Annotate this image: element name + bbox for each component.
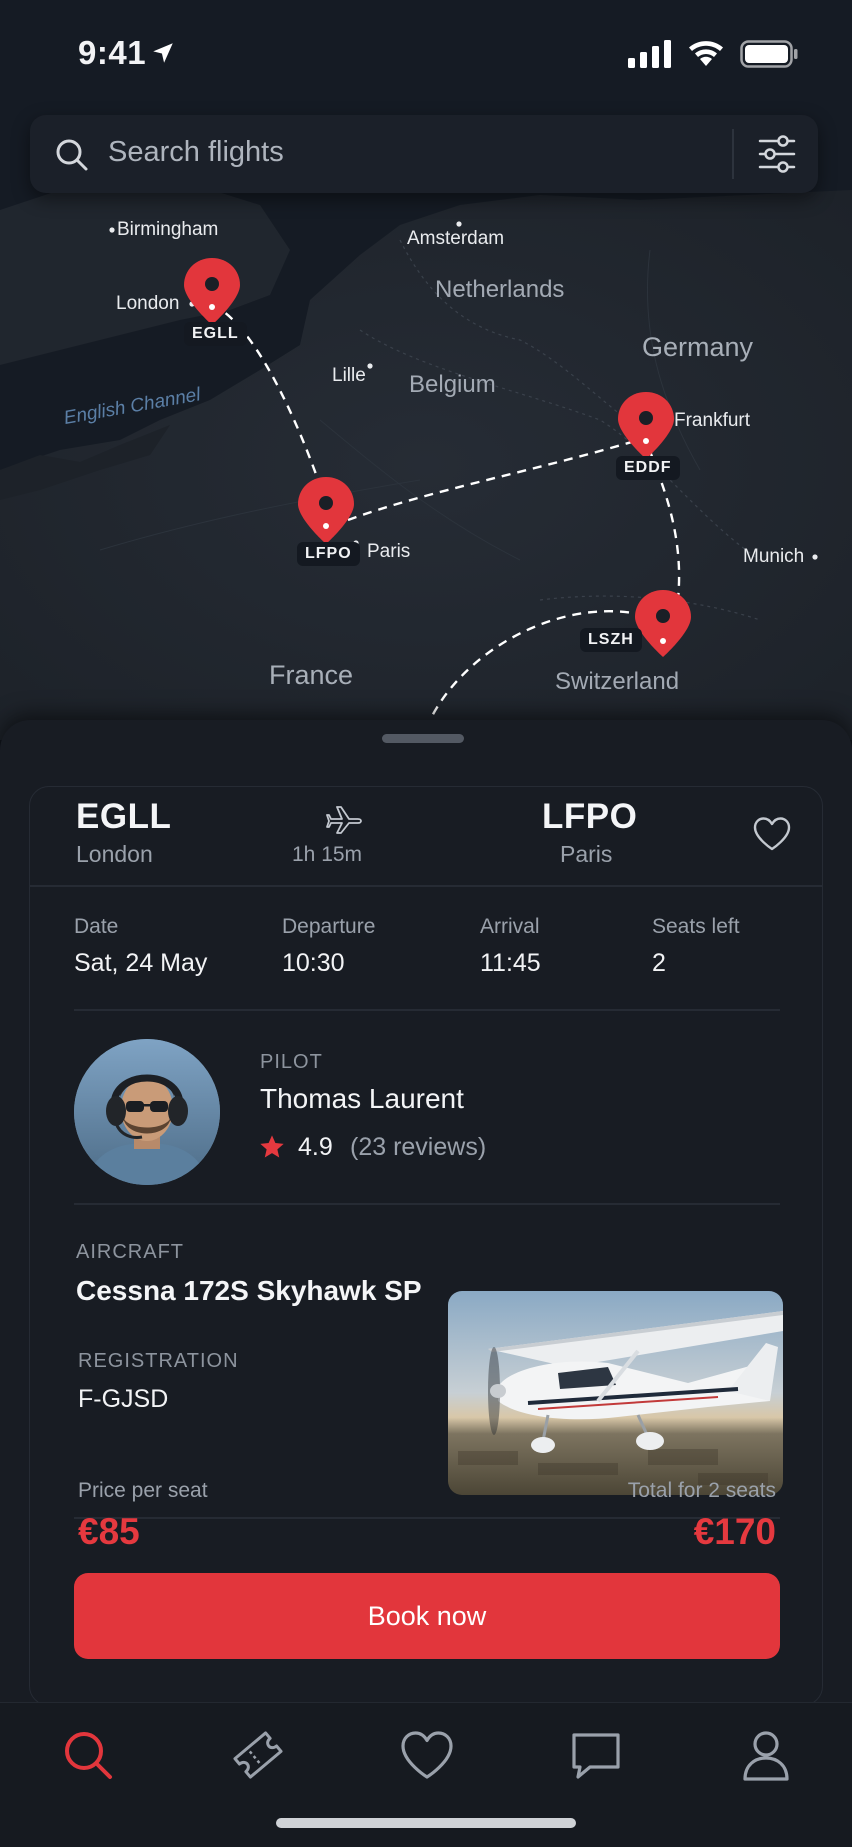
- flight-duration: 1h 15m: [292, 843, 363, 866]
- wifi-icon: [689, 41, 723, 66]
- divider: [74, 1009, 780, 1011]
- map-country-switzerland: Switzerland: [555, 668, 680, 695]
- departure-value: 10:30: [282, 949, 345, 977]
- route-divider: [30, 885, 822, 887]
- status-time: 9:41: [78, 34, 147, 71]
- registration-value: F-GJSD: [78, 1385, 169, 1413]
- search-bar[interactable]: Search flights: [30, 115, 818, 193]
- map-country-germany: Germany: [642, 332, 754, 362]
- map-city-paris: Paris: [367, 541, 411, 562]
- map-city-lille: Lille: [332, 365, 366, 386]
- tab-favorites-icon[interactable]: [397, 1725, 457, 1785]
- home-indicator: [276, 1818, 576, 1828]
- total-price-label: Total for 2 seats: [627, 1479, 776, 1502]
- search-icon: [56, 139, 88, 171]
- book-now-button[interactable]: Book now: [74, 1573, 780, 1659]
- flight-card: EGLL London 1h 15m LFPO Paris Date Sat, …: [29, 786, 823, 1706]
- origin-code: EGLL: [76, 797, 172, 836]
- map-city-birmingham: Birmingham: [117, 219, 219, 240]
- pilot-rating: 4.9: [298, 1133, 333, 1161]
- map-country-netherlands: Netherlands: [435, 276, 565, 303]
- aircraft-model: Cessna 172S Skyhawk SP: [76, 1275, 422, 1306]
- sheet-drag-handle[interactable]: [382, 734, 464, 743]
- cellular-signal-icon: [628, 40, 671, 68]
- date-label: Date: [74, 915, 119, 938]
- star-icon: [260, 1135, 284, 1158]
- route-map[interactable]: [0, 0, 852, 740]
- filter-sliders-icon[interactable]: [756, 133, 798, 175]
- tab-profile-icon[interactable]: [736, 1725, 796, 1785]
- pilot-section-label: PILOT: [260, 1051, 323, 1073]
- price-per-seat-label: Price per seat: [78, 1479, 208, 1502]
- aircraft-photo[interactable]: [448, 1291, 783, 1495]
- search-input[interactable]: Search flights: [108, 136, 284, 169]
- seats-left-value: 2: [652, 949, 666, 977]
- total-price: €170: [693, 1511, 776, 1552]
- destination-code: LFPO: [542, 797, 638, 836]
- map-country-france: France: [269, 660, 354, 690]
- departure-label: Departure: [282, 915, 376, 938]
- location-arrow-icon: [153, 43, 173, 63]
- arrival-value: 11:45: [480, 949, 541, 977]
- pilot-reviews[interactable]: (23 reviews): [350, 1133, 486, 1162]
- battery-icon: [740, 40, 798, 68]
- airplane-icon: [326, 806, 362, 834]
- tab-messages-icon[interactable]: [566, 1725, 626, 1785]
- heart-icon[interactable]: [752, 816, 792, 852]
- tab-bar: [0, 1702, 852, 1847]
- airport-chip-lszh[interactable]: LSZH: [580, 628, 642, 652]
- tab-search-icon[interactable]: [58, 1725, 118, 1785]
- arrival-label: Arrival: [480, 915, 540, 938]
- map-city-amsterdam: Amsterdam: [407, 228, 505, 249]
- divider: [74, 1203, 780, 1205]
- price-per-seat: €85: [78, 1511, 140, 1552]
- seats-left-label: Seats left: [652, 915, 740, 938]
- tab-tickets-icon[interactable]: [228, 1725, 288, 1785]
- map-city-frankfurt: Frankfurt: [674, 410, 751, 431]
- destination-city: Paris: [560, 841, 613, 867]
- date-value: Sat, 24 May: [74, 949, 208, 977]
- search-divider: [732, 129, 734, 179]
- map-country-belgium: Belgium: [409, 371, 496, 398]
- flight-detail-sheet: EGLL London 1h 15m LFPO Paris Date Sat, …: [0, 720, 852, 1846]
- origin-city: London: [76, 841, 153, 867]
- pilot-avatar[interactable]: [74, 1039, 220, 1185]
- map-city-munich: Munich: [743, 546, 805, 567]
- registration-label: REGISTRATION: [78, 1350, 239, 1372]
- map-city-london: London: [116, 293, 180, 314]
- airport-chip-egll[interactable]: EGLL: [184, 322, 247, 346]
- airport-chip-eddf[interactable]: EDDF: [616, 456, 680, 480]
- divider: [74, 1517, 780, 1519]
- airport-chip-lfpo[interactable]: LFPO: [297, 542, 360, 566]
- status-bar: 9:41: [0, 0, 852, 110]
- pilot-name[interactable]: Thomas Laurent: [260, 1083, 464, 1115]
- aircraft-section-label: AIRCRAFT: [76, 1241, 184, 1263]
